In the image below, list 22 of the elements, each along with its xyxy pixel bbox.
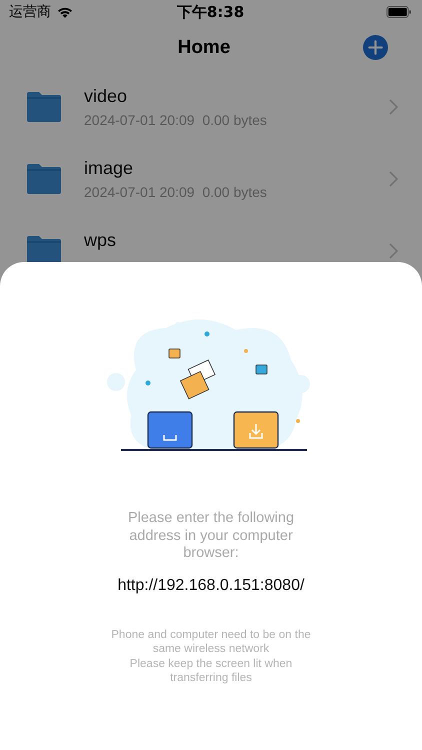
hint-text: Please keep the screen lit when transferring files [128,656,294,686]
folder-icon [27,164,61,194]
instruction-text: Please enter the following address in your computer browser: [126,510,296,562]
file-row[interactable]: image 2024-07-01 20:09 0.00 bytes [0,143,422,215]
file-row[interactable]: video 2024-07-01 20:09 0.00 bytes [0,71,422,143]
file-details: 2024-07-01 20:09 0.00 bytes [84,112,268,128]
wifi-icon [56,6,74,18]
status-time: 下午8:38 [176,2,244,22]
file-details: 2024-07-01 20:09 0.00 bytes [84,184,268,200]
chevron-icon [389,243,398,259]
file-name: wps [84,230,118,251]
folder-icon [27,92,61,122]
chevron-icon [389,171,398,187]
server-address: http://192.168.0.151:8080/ [118,576,304,594]
file-name: video [84,86,128,107]
carrier-name: 运营商 [9,3,51,21]
battery-icon [386,6,412,18]
chevron-icon [389,99,398,115]
add-button[interactable] [362,35,388,60]
hint-text: Phone and computer need to be on the same wireless network [110,628,312,656]
page-title: Home [178,36,230,58]
file-name: image [84,158,134,179]
